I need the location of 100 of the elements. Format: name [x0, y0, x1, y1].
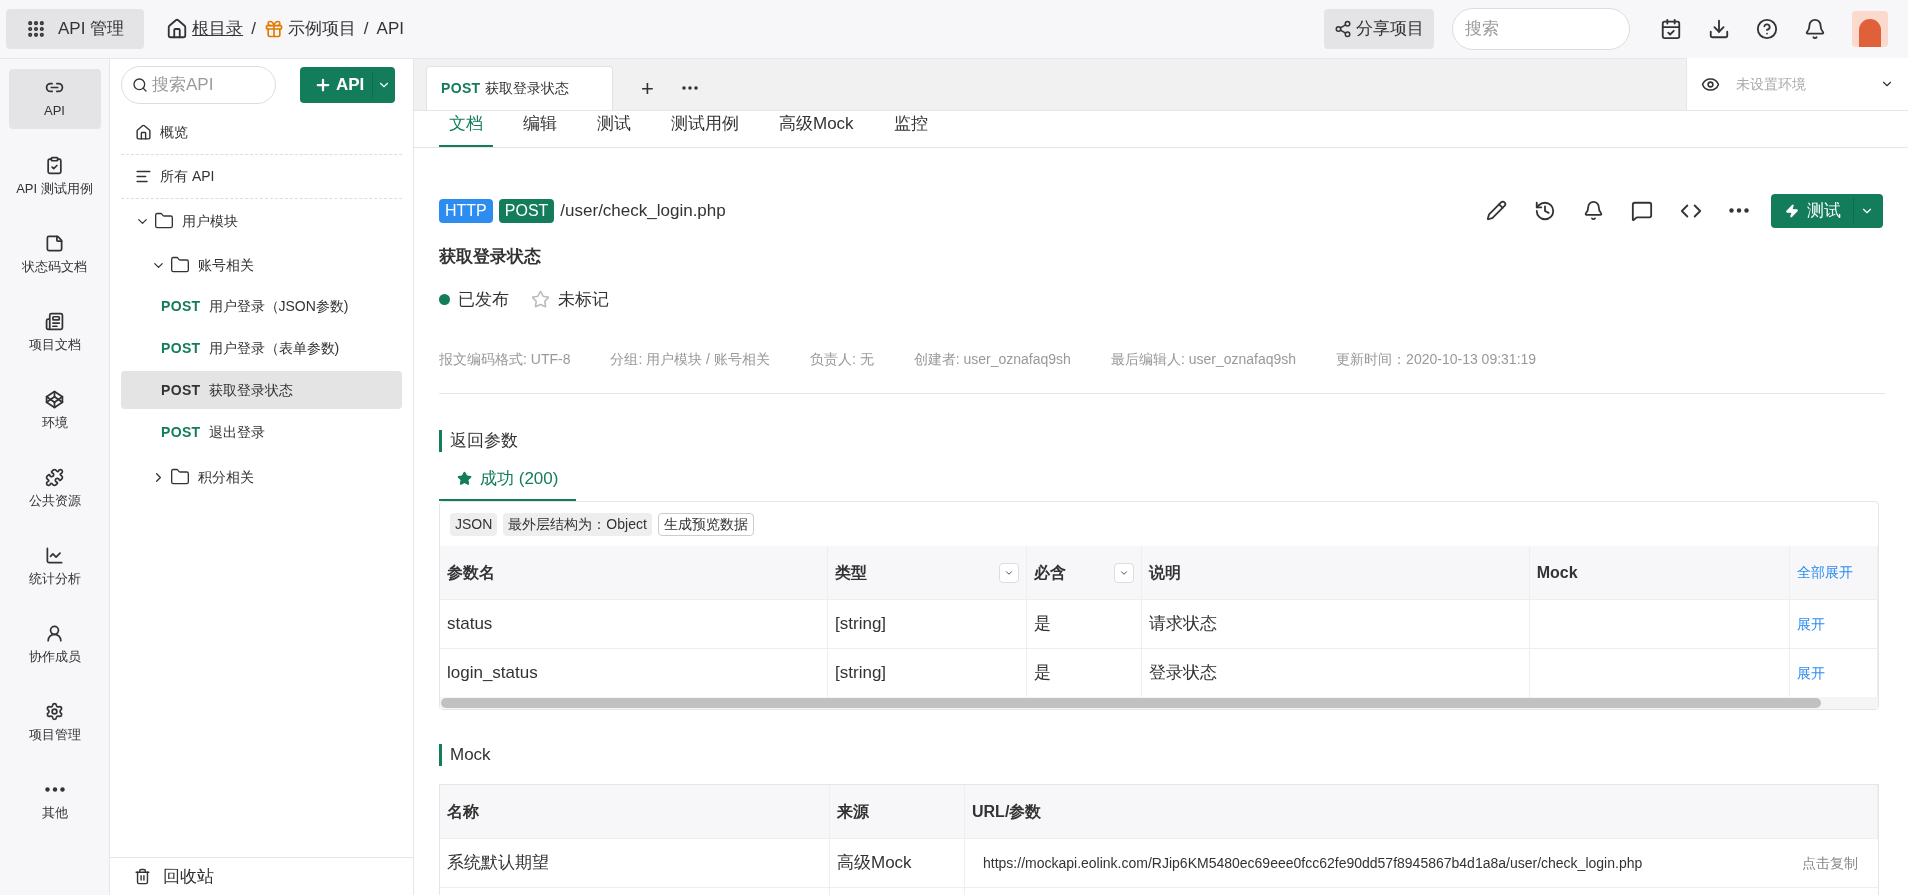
column-header: 名称: [447, 801, 479, 822]
folder-icon: [170, 255, 190, 275]
folder-item[interactable]: 积分相关: [121, 455, 402, 499]
notification-icon[interactable]: [1804, 18, 1826, 40]
meta-info: 创建者: user_oznafaq9sh: [913, 349, 1071, 369]
more-icon[interactable]: [44, 786, 65, 792]
grid-icon: [26, 19, 46, 39]
user-icon: [45, 623, 64, 643]
note-icon: [45, 233, 64, 253]
folder-item[interactable]: 用户模块: [121, 199, 402, 243]
column-header: 必含: [1034, 562, 1067, 583]
meta-info: 负责人: 无: [809, 349, 874, 369]
notification-icon[interactable]: [1583, 200, 1604, 221]
breadcrumb-separator: /: [251, 18, 256, 41]
section-heading: Mock: [439, 744, 1883, 766]
rail-item[interactable]: 状态码文档: [8, 225, 101, 285]
help-icon[interactable]: [1756, 18, 1778, 40]
table-cell-text: 登录状态: [1148, 662, 1217, 685]
download-icon[interactable]: [1708, 18, 1730, 40]
star-icon: [457, 470, 472, 486]
clipboard-icon: [45, 155, 64, 175]
calendar-icon[interactable]: [1660, 18, 1682, 40]
tree-link[interactable]: 概览: [121, 111, 402, 155]
api-item[interactable]: POST 用户登录（JSON参数): [121, 287, 402, 325]
response-tab[interactable]: 成功 (200): [439, 465, 577, 501]
search-icon: [132, 77, 148, 93]
table-cell-text: [string]: [835, 662, 887, 685]
table-cell-text: 是: [1034, 613, 1052, 636]
rail-item[interactable]: API 测试用例: [8, 147, 101, 207]
rail-item[interactable]: 统计分析: [8, 537, 101, 597]
column-header: 参数名: [447, 562, 495, 583]
column-header: 来源: [837, 801, 869, 822]
add-tab-button[interactable]: +: [635, 66, 660, 110]
preview-button[interactable]: 生成预览数据: [657, 512, 754, 536]
plus-icon: [314, 76, 332, 94]
table-cell-text: 是: [1034, 662, 1052, 685]
view-tab[interactable]: 测试用例: [661, 111, 749, 147]
tag: JSON: [450, 512, 498, 536]
view-tab[interactable]: 高级Mock: [769, 111, 864, 147]
app-menu-button[interactable]: API 管理: [6, 9, 145, 49]
api-title: 获取登录状态: [439, 245, 542, 268]
method-badge: POST: [498, 198, 555, 223]
rail-item[interactable]: 其他: [8, 771, 101, 831]
more-icon[interactable]: [681, 86, 698, 90]
api-item[interactable]: POST 用户登录（表单参数): [121, 329, 402, 367]
share-button[interactable]: 分享项目: [1324, 9, 1434, 49]
meta-info: 最后编辑人: user_oznafaq9sh: [1110, 349, 1297, 369]
folder-icon: [170, 467, 190, 487]
view-tab[interactable]: 测试: [587, 111, 641, 147]
copy-link[interactable]: 点击复制: [1802, 852, 1858, 874]
breadcrumb-link[interactable]: 根目录: [166, 16, 244, 42]
meta-info: 报文编码格式: UTF-8: [439, 349, 571, 369]
column-header: Mock: [1536, 562, 1578, 583]
document-tab[interactable]: POST 获取登录状态: [426, 66, 613, 110]
scrollbar[interactable]: [441, 698, 1821, 708]
column-header: 类型: [835, 562, 868, 583]
rail-item[interactable]: 公共资源: [8, 459, 101, 519]
api-item[interactable]: POST 退出登录: [121, 413, 402, 451]
view-tab[interactable]: 编辑: [513, 111, 567, 147]
home-icon: [166, 18, 189, 40]
api-search-field[interactable]: 搜索API: [121, 66, 276, 104]
puzzle-icon: [45, 467, 64, 487]
share-icon: [1334, 20, 1352, 38]
table-cell-text: 系统默认期望: [447, 852, 549, 875]
breadcrumb-link[interactable]: API: [376, 16, 404, 42]
tag: 最外层结构为：Object: [503, 512, 652, 536]
settings-icon: [45, 701, 64, 721]
more-icon[interactable]: [1729, 208, 1749, 213]
expand-link[interactable]: 展开: [1797, 613, 1826, 635]
tree-link[interactable]: 所有 API: [121, 155, 402, 199]
table-cell-text: login_status: [447, 662, 538, 685]
gift-icon: [263, 19, 284, 39]
table-cell-text: 高级Mock: [837, 852, 912, 875]
test-button[interactable]: 测试: [1771, 193, 1883, 228]
trash-link[interactable]: 回收站: [110, 857, 413, 895]
breadcrumb-separator: /: [363, 18, 369, 41]
meta-info: 分组: 用户模块 / 账号相关: [610, 349, 770, 369]
view-tab[interactable]: 文档: [439, 111, 493, 147]
rail-item[interactable]: 环境: [8, 381, 101, 441]
search-field[interactable]: 搜索: [1452, 8, 1630, 50]
rail-item[interactable]: API: [8, 69, 101, 129]
api-path: /user/check_login.php: [560, 199, 726, 222]
api-item[interactable]: POST 获取登录状态: [121, 371, 402, 409]
expand-link[interactable]: 展开: [1797, 662, 1826, 684]
rail-item[interactable]: 项目管理: [8, 693, 101, 753]
home-icon: [135, 124, 152, 141]
avatar[interactable]: [1852, 11, 1888, 47]
rail-item[interactable]: 协作成员: [8, 615, 101, 675]
table-cell-text: [string]: [835, 613, 887, 636]
breadcrumb-link[interactable]: 示例项目: [263, 16, 356, 42]
folder-item[interactable]: 账号相关: [121, 243, 402, 287]
chart-icon: [45, 545, 64, 565]
star-toggle[interactable]: 未标记: [531, 287, 609, 313]
edit-icon[interactable]: [1486, 200, 1507, 221]
rail-item[interactable]: 项目文档: [8, 303, 101, 363]
history-icon[interactable]: [1534, 199, 1556, 222]
add-api-button[interactable]: API: [300, 67, 395, 103]
view-tab[interactable]: 监控: [883, 111, 938, 147]
meta-info: 更新时间：2020-10-13 09:31:19: [1336, 349, 1537, 369]
comment-icon[interactable]: [1631, 199, 1653, 222]
